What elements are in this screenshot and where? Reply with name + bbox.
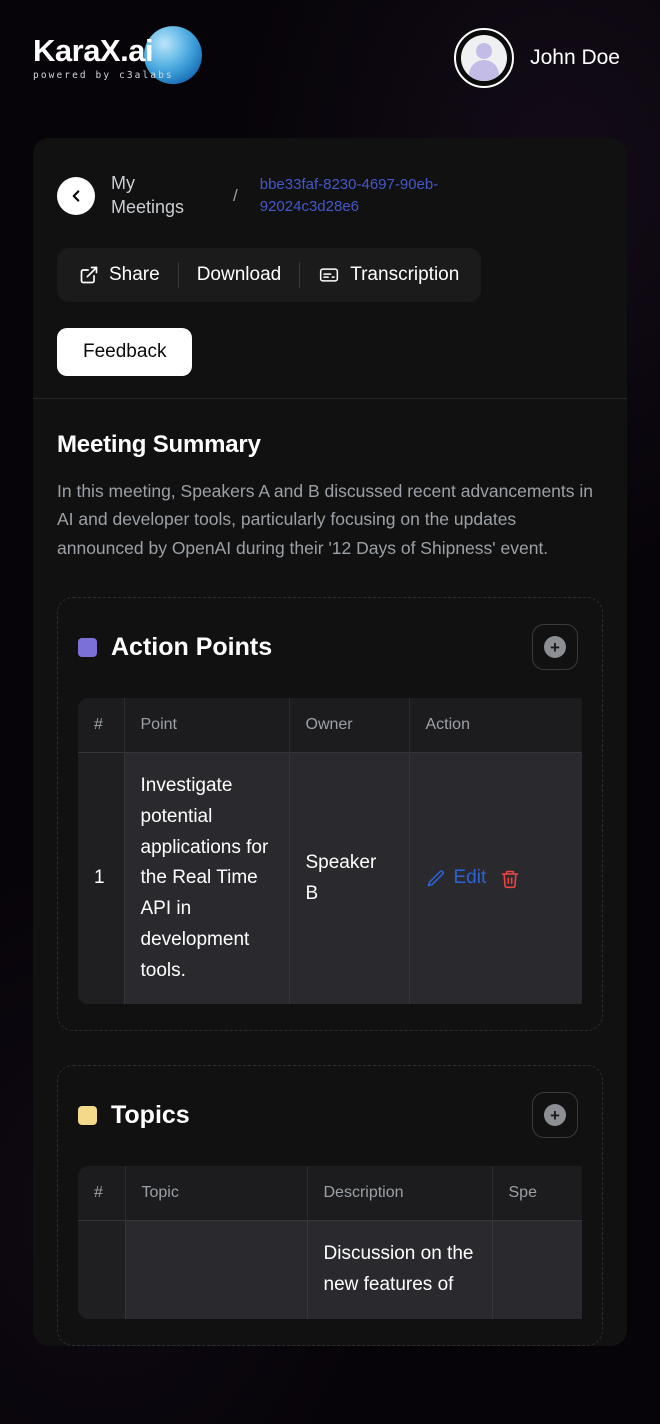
- topics-table-scroll[interactable]: # Topic Description Spe Discussion on th…: [78, 1166, 582, 1320]
- action-points-panel: Action Points + # Point Owner Action 1 I…: [57, 597, 603, 1032]
- cell-index: [78, 1220, 126, 1320]
- topics-title-group: Topics: [78, 1101, 190, 1130]
- share-label: Share: [109, 263, 160, 285]
- table-row: Discussion on the new features of: [78, 1220, 582, 1320]
- user-menu[interactable]: John Doe: [454, 28, 620, 88]
- back-button[interactable]: [57, 176, 95, 215]
- col-header-index: #: [78, 1166, 126, 1221]
- brand-logo[interactable]: KaraX.ai powered by c3alabs: [33, 26, 202, 85]
- topics-panel: Topics + # Topic Description Spe Discuss…: [57, 1065, 603, 1347]
- action-points-table-scroll[interactable]: # Point Owner Action 1 Investigate poten…: [78, 698, 583, 1005]
- col-header-description: Description: [307, 1166, 493, 1221]
- col-header-action: Action: [409, 698, 582, 753]
- edit-action-point-button[interactable]: Edit: [426, 863, 487, 894]
- add-action-point-button[interactable]: +: [532, 624, 578, 671]
- action-points-title: Action Points: [111, 632, 273, 661]
- plus-icon: +: [544, 1104, 566, 1127]
- breadcrumb-parent-link[interactable]: My Meetings: [111, 172, 211, 220]
- trash-icon: [501, 870, 519, 888]
- topics-title: Topics: [111, 1100, 190, 1129]
- row-action-group: Edit: [426, 863, 583, 894]
- breadcrumb-separator: /: [233, 185, 238, 205]
- user-avatar-icon: [461, 35, 508, 81]
- edit-label: Edit: [453, 867, 487, 889]
- topics-table: # Topic Description Spe Discussion on th…: [78, 1166, 582, 1320]
- col-header-speaker: Spe: [492, 1166, 582, 1221]
- action-points-title-group: Action Points: [78, 633, 272, 662]
- avatar-head-shape: [476, 43, 493, 59]
- card-body: Meeting Summary In this meeting, Speaker…: [33, 399, 627, 1347]
- caption-box-icon: [320, 267, 339, 282]
- add-topic-button[interactable]: +: [532, 1092, 578, 1139]
- external-link-icon: [80, 266, 98, 283]
- feedback-button[interactable]: Feedback: [57, 327, 193, 376]
- user-name-label: John Doe: [530, 46, 620, 69]
- meeting-detail-card: My Meetings / bbe33faf-8230-4697-90eb-92…: [33, 138, 627, 1347]
- action-points-color-swatch: [78, 637, 97, 657]
- cell-speaker: [492, 1220, 582, 1320]
- share-button[interactable]: Share: [79, 264, 178, 286]
- brand-name: KaraX.ai: [33, 33, 154, 68]
- cell-topic: [125, 1220, 308, 1320]
- table-header-row: # Topic Description Spe: [78, 1166, 582, 1221]
- topics-color-swatch: [78, 1105, 97, 1125]
- cell-owner: Speaker B: [289, 752, 410, 1005]
- download-button[interactable]: Download: [179, 264, 300, 286]
- breadcrumb-meeting-id[interactable]: bbe33faf-8230-4697-90eb-92024c3d28e6: [260, 174, 490, 218]
- table-header-row: # Point Owner Action: [78, 698, 582, 753]
- cell-action: Edit: [409, 752, 583, 1005]
- action-points-header: Action Points +: [78, 624, 582, 671]
- page-root: KaraX.ai powered by c3alabs John Doe My …: [0, 0, 660, 1347]
- action-toolbar: Share Download Transcription: [57, 247, 482, 302]
- avatar-body-shape: [469, 60, 500, 81]
- col-header-point: Point: [124, 698, 290, 753]
- meeting-summary-text: In this meeting, Speakers A and B discus…: [57, 480, 594, 559]
- meeting-summary-title: Meeting Summary: [57, 430, 261, 458]
- cell-point: Investigate potential applications for t…: [124, 752, 290, 1005]
- delete-action-point-button[interactable]: [500, 869, 520, 889]
- card-header: My Meetings / bbe33faf-8230-4697-90eb-92…: [33, 138, 627, 398]
- avatar[interactable]: [454, 28, 515, 88]
- cell-index: 1: [78, 752, 125, 1005]
- col-header-topic: Topic: [125, 1166, 308, 1221]
- action-points-table: # Point Owner Action 1 Investigate poten…: [78, 698, 583, 1005]
- cell-description: Discussion on the new features of: [307, 1220, 493, 1320]
- brand-tagline: powered by c3alabs: [33, 70, 174, 81]
- transcription-label: Transcription: [350, 263, 460, 285]
- transcription-button[interactable]: Transcription: [300, 264, 459, 286]
- chevron-left-icon: [72, 190, 80, 202]
- top-bar: KaraX.ai powered by c3alabs John Doe: [0, 0, 660, 116]
- pencil-icon: [427, 870, 444, 887]
- table-row: 1 Investigate potential applications for…: [78, 752, 583, 1005]
- topics-header: Topics +: [78, 1092, 582, 1139]
- col-header-index: #: [78, 698, 125, 753]
- breadcrumb: My Meetings / bbe33faf-8230-4697-90eb-92…: [57, 172, 603, 220]
- plus-icon: +: [544, 636, 566, 659]
- col-header-owner: Owner: [289, 698, 410, 753]
- download-label: Download: [196, 263, 282, 285]
